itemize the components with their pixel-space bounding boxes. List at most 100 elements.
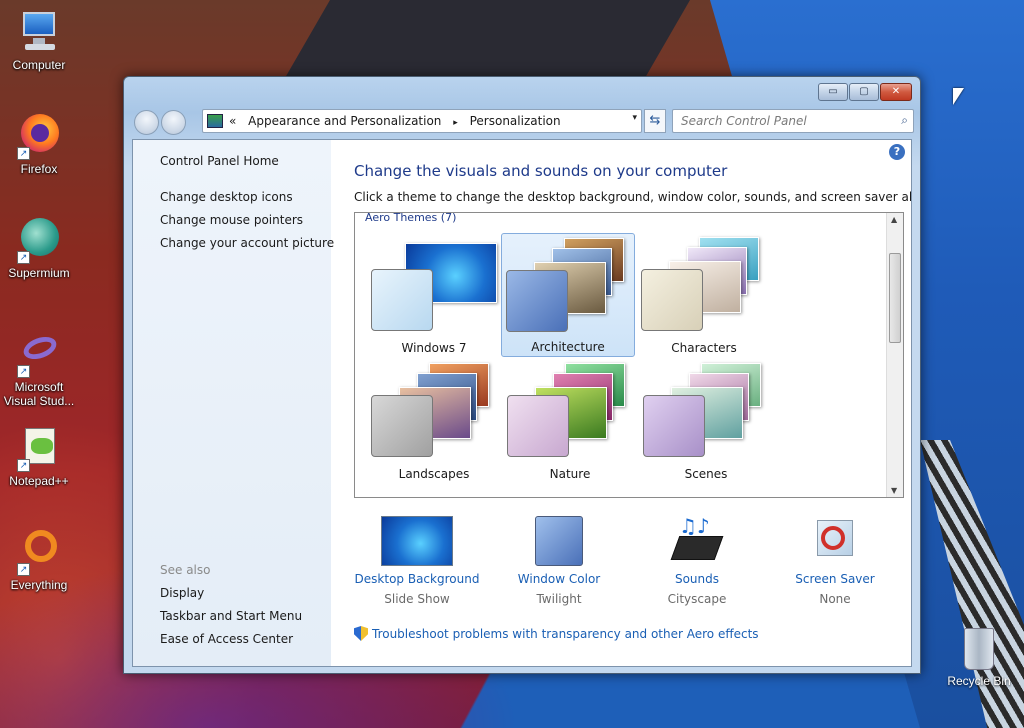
title-bar-buttons: ▭ ▢ ✕	[818, 83, 912, 101]
desktop-icon-firefox[interactable]: ↗ Firefox	[0, 112, 78, 176]
page-title: Change the visuals and sounds on your co…	[354, 162, 728, 180]
theme-scenes[interactable]: Scenes	[639, 359, 773, 483]
shortcut-arrow-icon: ↗	[17, 365, 30, 378]
display-link[interactable]: Display	[160, 586, 204, 600]
desktop-icon-label: Firefox	[20, 162, 58, 176]
desktop-icon-label: Notepad++	[9, 474, 69, 488]
setting-value: None	[819, 592, 851, 606]
theme-windows-7[interactable]: Windows 7	[367, 233, 501, 357]
visual-studio-icon: ↗	[15, 330, 63, 378]
theme-name: Scenes	[684, 467, 728, 481]
theme-characters[interactable]: Characters	[637, 233, 771, 357]
uac-shield-icon	[354, 626, 368, 641]
refresh-button[interactable]: ⇆	[644, 109, 666, 133]
mouse-cursor-icon	[953, 88, 964, 105]
ease-of-access-link[interactable]: Ease of Access Center	[160, 632, 293, 646]
change-mouse-pointers-link[interactable]: Change mouse pointers	[160, 213, 303, 227]
setting-name: Sounds	[674, 572, 720, 586]
shortcut-arrow-icon: ↗	[17, 563, 30, 576]
desktop-icon-supermium[interactable]: ↗ Supermium	[0, 216, 78, 280]
theme-list[interactable]: Aero Themes (7) Windows 7 Architecture C…	[354, 212, 904, 498]
maximize-button[interactable]: ▢	[849, 83, 879, 101]
navigation-bar: « Appearance and Personalization ▸ Perso…	[132, 107, 914, 135]
theme-nature[interactable]: Nature	[503, 359, 637, 483]
theme-name: Characters	[671, 341, 737, 355]
firefox-icon: ↗	[15, 112, 63, 160]
breadcrumb-separator-icon[interactable]: ▸	[453, 118, 458, 128]
window-color-button[interactable]: Window Color Twilight	[494, 516, 624, 606]
theme-list-scrollbar[interactable]: ▲ ▼	[886, 213, 903, 497]
sounds-icon: ♫♪	[661, 516, 733, 566]
theme-architecture[interactable]: Architecture	[501, 233, 635, 357]
desktop-icon-label: Everything	[10, 578, 68, 592]
screen-saver-icon	[799, 516, 871, 566]
search-input[interactable]: Search Control Panel ⌕	[672, 109, 914, 133]
address-dropdown-icon[interactable]: ▾	[632, 113, 637, 123]
setting-value: Twilight	[536, 592, 582, 606]
taskbar-start-menu-link[interactable]: Taskbar and Start Menu	[160, 609, 302, 623]
desktop-icon-everything[interactable]: ↗ Everything	[0, 528, 78, 592]
setting-name: Window Color	[517, 572, 601, 586]
theme-color-swatch	[506, 270, 568, 332]
desktop-icon-notepadpp[interactable]: ↗ Notepad++	[0, 424, 78, 488]
recycle-bin-icon	[964, 628, 994, 670]
theme-settings-bar: Desktop Background Slide Show Window Col…	[354, 516, 904, 606]
troubleshoot-link[interactable]: Troubleshoot problems with transparency …	[354, 626, 759, 641]
personalization-window: ▭ ▢ ✕ « Appearance and Personalization ▸…	[123, 76, 921, 674]
breadcrumb: « Appearance and Personalization ▸ Perso…	[229, 114, 569, 128]
see-also-label: See also	[160, 563, 211, 577]
theme-name: Nature	[549, 467, 591, 481]
desktop-icon-label: Computer	[12, 58, 66, 72]
search-placeholder: Search Control Panel	[681, 114, 807, 128]
theme-color-swatch	[643, 395, 705, 457]
theme-color-swatch	[371, 395, 433, 457]
help-icon[interactable]: ?	[889, 144, 905, 160]
setting-value: Cityscape	[667, 592, 727, 606]
desktop-background-button[interactable]: Desktop Background Slide Show	[352, 516, 482, 606]
close-button[interactable]: ✕	[880, 83, 912, 101]
window-color-icon	[535, 516, 583, 566]
search-icon[interactable]: ⌕	[901, 113, 908, 128]
setting-name: Screen Saver	[795, 572, 875, 586]
notepadpp-icon: ↗	[15, 424, 63, 472]
breadcrumb-appearance[interactable]: Appearance and Personalization	[248, 114, 441, 128]
control-panel-home-link[interactable]: Control Panel Home	[160, 154, 279, 168]
theme-group-label: Aero Themes (7)	[365, 212, 457, 224]
theme-color-swatch	[371, 269, 433, 331]
task-pane: Control Panel Home Change desktop icons …	[133, 140, 334, 666]
sounds-button[interactable]: ♫♪ Sounds Cityscape	[632, 516, 762, 606]
change-desktop-icons-link[interactable]: Change desktop icons	[160, 190, 293, 204]
forward-button[interactable]	[161, 110, 186, 135]
address-bar[interactable]: « Appearance and Personalization ▸ Perso…	[202, 109, 642, 133]
setting-value: Slide Show	[384, 592, 450, 606]
screen-saver-button[interactable]: Screen Saver None	[770, 516, 900, 606]
desktop-icon-recycle-bin[interactable]: Recycle Bin	[940, 628, 1018, 688]
page-subtitle: Click a theme to change the desktop back…	[354, 190, 912, 204]
theme-name: Architecture	[531, 340, 605, 354]
desktop-icon-visual-studio[interactable]: ↗ Microsoft Visual Stud...	[0, 330, 78, 408]
desktop-icon-label: Supermium	[8, 266, 70, 280]
main-content: ? Change the visuals and sounds on your …	[331, 140, 911, 666]
desktop-icon-label: Microsoft Visual Stud...	[3, 380, 75, 408]
window-client-area: Control Panel Home Change desktop icons …	[132, 139, 912, 667]
everything-icon: ↗	[15, 528, 63, 576]
desktop-background-icon	[381, 516, 453, 566]
computer-icon	[15, 8, 63, 56]
theme-name: Windows 7	[401, 341, 467, 355]
scroll-up-icon[interactable]: ▲	[891, 215, 897, 224]
scrollbar-thumb[interactable]	[889, 253, 901, 343]
scroll-down-icon[interactable]: ▼	[891, 486, 897, 495]
shortcut-arrow-icon: ↗	[17, 251, 30, 264]
breadcrumb-overflow[interactable]: «	[229, 114, 236, 128]
minimize-button[interactable]: ▭	[818, 83, 848, 101]
wallpaper-wedge	[283, 0, 690, 80]
back-button[interactable]	[134, 110, 159, 135]
troubleshoot-text: Troubleshoot problems with transparency …	[372, 627, 759, 641]
shortcut-arrow-icon: ↗	[17, 147, 30, 160]
change-account-picture-link[interactable]: Change your account picture	[160, 236, 334, 250]
theme-color-swatch	[507, 395, 569, 457]
breadcrumb-personalization[interactable]: Personalization	[470, 114, 561, 128]
desktop-icon-computer[interactable]: Computer	[0, 8, 78, 72]
theme-color-swatch	[641, 269, 703, 331]
theme-landscapes[interactable]: Landscapes	[367, 359, 501, 483]
